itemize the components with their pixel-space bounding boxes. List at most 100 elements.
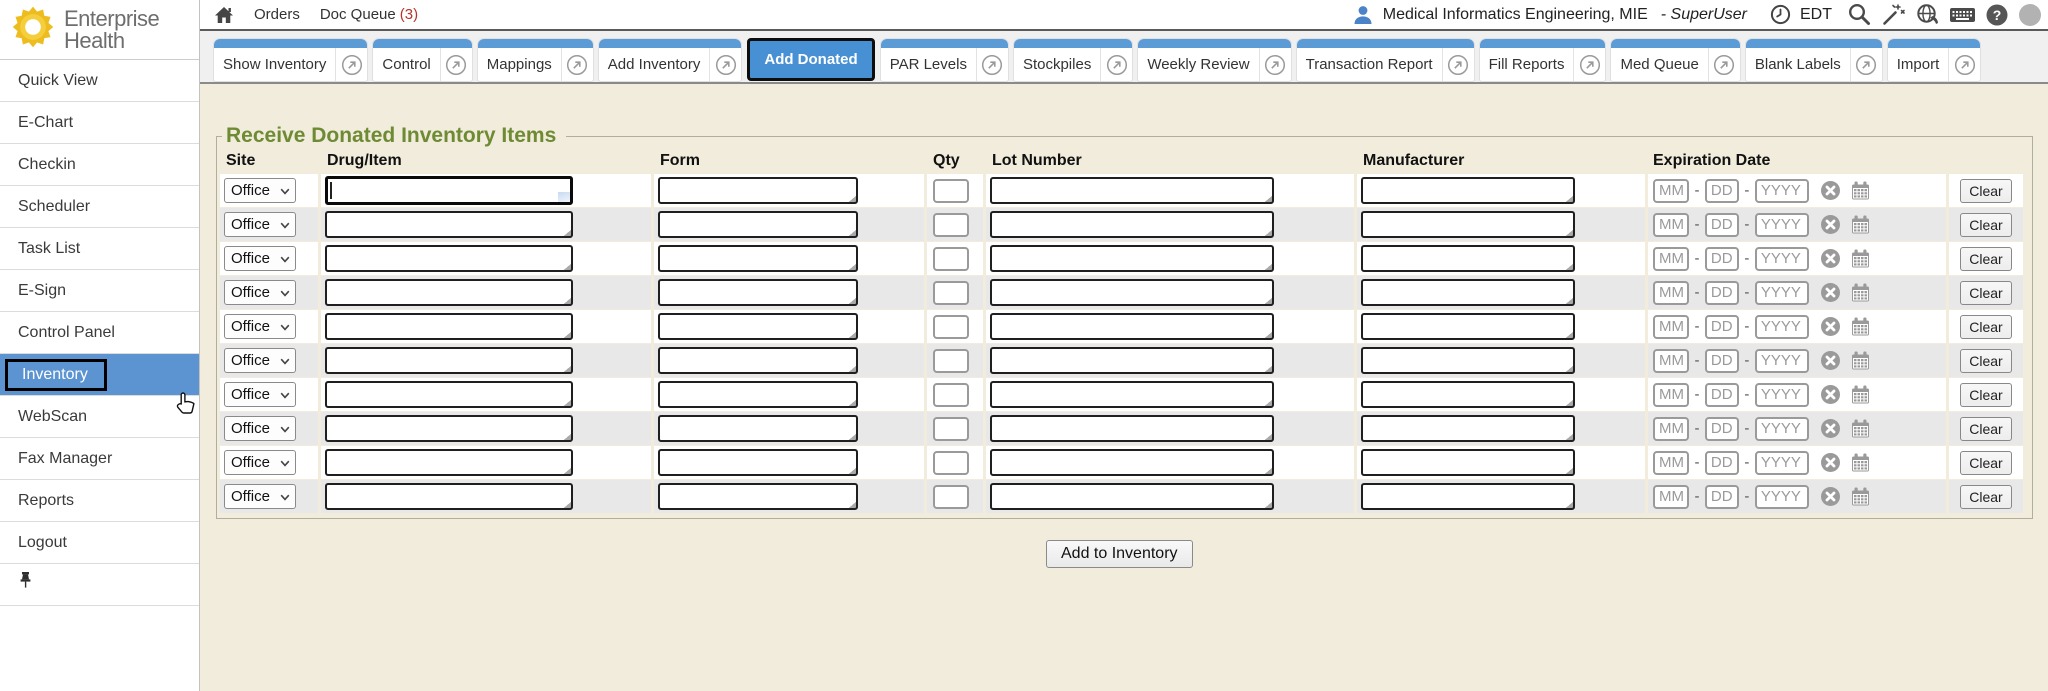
drug-item-input[interactable] [325, 313, 573, 340]
manufacturer-input[interactable] [1361, 415, 1575, 442]
lot-number-input[interactable] [990, 245, 1274, 272]
tab-weekly-review[interactable]: Weekly Review [1138, 39, 1290, 81]
lot-number-input[interactable] [990, 449, 1274, 476]
expiration-day-input[interactable] [1705, 485, 1739, 509]
qty-input[interactable] [933, 247, 969, 271]
form-input[interactable] [658, 449, 858, 476]
tab-transaction-report[interactable]: Transaction Report [1297, 39, 1474, 81]
qty-input[interactable] [933, 451, 969, 475]
qty-input[interactable] [933, 349, 969, 373]
expiration-day-input[interactable] [1705, 213, 1739, 237]
expiration-year-input[interactable] [1755, 383, 1809, 407]
open-new-window-icon[interactable] [1850, 48, 1882, 81]
site-select[interactable]: Office [224, 416, 296, 441]
manufacturer-input[interactable] [1361, 313, 1575, 340]
form-input[interactable] [658, 211, 858, 238]
expiration-year-input[interactable] [1755, 281, 1809, 305]
manufacturer-input[interactable] [1361, 211, 1575, 238]
manufacturer-input[interactable] [1361, 381, 1575, 408]
sidebar-item-scheduler[interactable]: Scheduler [0, 186, 199, 228]
qty-input[interactable] [933, 485, 969, 509]
expiration-day-input[interactable] [1705, 179, 1739, 203]
calendar-icon[interactable] [1850, 418, 1871, 439]
open-new-window-icon[interactable] [1708, 48, 1740, 81]
tab-import[interactable]: Import [1888, 39, 1981, 81]
expiration-month-input[interactable] [1653, 315, 1689, 339]
expiration-month-input[interactable] [1653, 281, 1689, 305]
open-new-window-icon[interactable] [1100, 48, 1132, 81]
expiration-day-input[interactable] [1705, 383, 1739, 407]
qty-input[interactable] [933, 213, 969, 237]
drug-item-input[interactable] [325, 449, 573, 476]
open-new-window-icon[interactable] [1259, 48, 1291, 81]
expiration-month-input[interactable] [1653, 213, 1689, 237]
form-input[interactable] [658, 415, 858, 442]
help-icon[interactable]: ? [1985, 3, 2009, 27]
form-input[interactable] [658, 245, 858, 272]
tab-par-levels[interactable]: PAR Levels [881, 39, 1008, 81]
qty-input[interactable] [933, 417, 969, 441]
clear-date-icon[interactable] [1820, 350, 1841, 371]
clear-date-icon[interactable] [1820, 180, 1841, 201]
clear-row-button[interactable]: Clear [1960, 383, 2011, 407]
manufacturer-input[interactable] [1361, 483, 1575, 510]
expiration-day-input[interactable] [1705, 417, 1739, 441]
tab-stockpiles[interactable]: Stockpiles [1014, 39, 1132, 81]
expiration-year-input[interactable] [1755, 315, 1809, 339]
qty-input[interactable] [933, 315, 969, 339]
form-input[interactable] [658, 483, 858, 510]
globe-phone-icon[interactable] [1915, 2, 1940, 27]
clear-date-icon[interactable] [1820, 384, 1841, 405]
site-select[interactable]: Office [224, 450, 296, 475]
manufacturer-input[interactable] [1361, 449, 1575, 476]
expiration-month-input[interactable] [1653, 247, 1689, 271]
sidebar-pin-toggle[interactable] [0, 564, 199, 606]
open-new-window-icon[interactable] [1948, 48, 1980, 81]
tab-add-donated[interactable]: Add Donated [747, 38, 874, 81]
clear-row-button[interactable]: Clear [1960, 451, 2011, 475]
calendar-icon[interactable] [1850, 384, 1871, 405]
expiration-year-input[interactable] [1755, 179, 1809, 203]
site-select[interactable]: Office [224, 246, 296, 271]
expiration-month-input[interactable] [1653, 451, 1689, 475]
lot-number-input[interactable] [990, 177, 1274, 204]
calendar-icon[interactable] [1850, 248, 1871, 269]
manufacturer-input[interactable] [1361, 245, 1575, 272]
manufacturer-input[interactable] [1361, 347, 1575, 374]
clear-row-button[interactable]: Clear [1960, 315, 2011, 339]
clear-date-icon[interactable] [1820, 452, 1841, 473]
form-input[interactable] [658, 279, 858, 306]
expiration-year-input[interactable] [1755, 417, 1809, 441]
calendar-icon[interactable] [1850, 214, 1871, 235]
clear-row-button[interactable]: Clear [1960, 349, 2011, 373]
sidebar-item-e-sign[interactable]: E-Sign [0, 270, 199, 312]
site-select[interactable]: Office [224, 212, 296, 237]
sidebar-item-task-list[interactable]: Task List [0, 228, 199, 270]
tab-show-inventory[interactable]: Show Inventory [214, 39, 367, 81]
clock-icon[interactable] [1770, 4, 1791, 25]
site-select[interactable]: Office [224, 280, 296, 305]
expiration-year-input[interactable] [1755, 247, 1809, 271]
drug-item-input[interactable] [325, 245, 573, 272]
tab-med-queue[interactable]: Med Queue [1611, 39, 1739, 81]
expiration-month-input[interactable] [1653, 417, 1689, 441]
tab-add-inventory[interactable]: Add Inventory [599, 39, 742, 81]
drug-item-input[interactable] [325, 415, 573, 442]
drug-item-input[interactable] [325, 381, 573, 408]
open-new-window-icon[interactable] [976, 48, 1008, 81]
open-new-window-icon[interactable] [1573, 48, 1605, 81]
clear-date-icon[interactable] [1820, 316, 1841, 337]
sidebar-item-checkin[interactable]: Checkin [0, 144, 199, 186]
expiration-month-input[interactable] [1653, 179, 1689, 203]
clear-row-button[interactable]: Clear [1960, 247, 2011, 271]
keyboard-icon[interactable] [1949, 5, 1976, 25]
qty-input[interactable] [933, 383, 969, 407]
calendar-icon[interactable] [1850, 452, 1871, 473]
sidebar-item-control-panel[interactable]: Control Panel [0, 312, 199, 354]
home-icon[interactable] [214, 6, 234, 24]
manufacturer-input[interactable] [1361, 177, 1575, 204]
sidebar-item-logout[interactable]: Logout [0, 522, 199, 564]
expiration-year-input[interactable] [1755, 349, 1809, 373]
search-icon[interactable] [1847, 2, 1872, 27]
sidebar-item-fax-manager[interactable]: Fax Manager [0, 438, 199, 480]
